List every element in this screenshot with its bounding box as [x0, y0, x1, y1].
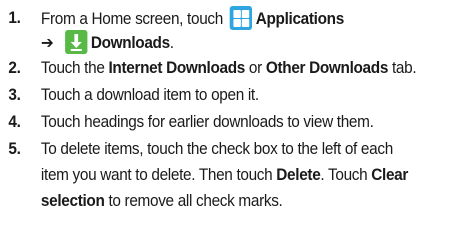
- internet-downloads-tab-label: Internet Downloads: [108, 59, 245, 77]
- step-1-intro-text: From a Home screen, touch: [40, 10, 223, 28]
- arrow-icon: ➔: [40, 34, 54, 52]
- period: .: [169, 34, 174, 52]
- step-5-line-2: item you want to delete. Then touch: [40, 166, 277, 184]
- step-3: 3. Touch a download item to open it.: [0, 83, 474, 107]
- step-2-text-c: tab.: [388, 59, 417, 77]
- clear-label: Clear: [371, 166, 409, 184]
- step-text: To delete items, touch the check box to …: [41, 137, 474, 213]
- step-number: 1.: [8, 9, 21, 27]
- step-text: From a Home screen, touch Applications ➔…: [41, 6, 469, 54]
- step-5-line-1: To delete items, touch the check box to …: [40, 140, 393, 158]
- step-number: 5.: [8, 140, 21, 158]
- step-text: Touch the Internet Downloads or Other Do…: [40, 56, 417, 80]
- step-2-text-a: Touch the: [40, 59, 109, 77]
- applications-label: Applications: [255, 10, 345, 28]
- step-number: 3.: [8, 86, 21, 104]
- step-4: 4. Touch headings for earlier downloads …: [0, 110, 474, 134]
- step-5: 5. To delete items, touch the check box …: [0, 137, 474, 213]
- step-number: 2.: [8, 59, 21, 77]
- downloads-icon: [64, 30, 88, 54]
- step-text: Touch headings for earlier downloads to …: [40, 113, 374, 131]
- downloads-label: Downloads: [90, 34, 170, 52]
- step-text: Touch a download item to open it.: [40, 86, 259, 104]
- instruction-steps: 1. From a Home screen, touch Application…: [0, 0, 474, 241]
- step-1: 1. From a Home screen, touch Application…: [0, 6, 474, 54]
- selection-label: selection: [40, 192, 105, 210]
- applications-grid-icon: [229, 6, 253, 30]
- step-5-line-3: to remove all check marks.: [104, 192, 283, 210]
- step-2-text-b: or: [244, 59, 266, 77]
- delete-label: Delete: [276, 166, 321, 184]
- step-number: 4.: [8, 113, 21, 131]
- step-2: 2. Touch the Internet Downloads or Other…: [0, 56, 474, 80]
- step-5-line-2b: . Touch: [320, 166, 372, 184]
- other-downloads-tab-label: Other Downloads: [265, 59, 389, 77]
